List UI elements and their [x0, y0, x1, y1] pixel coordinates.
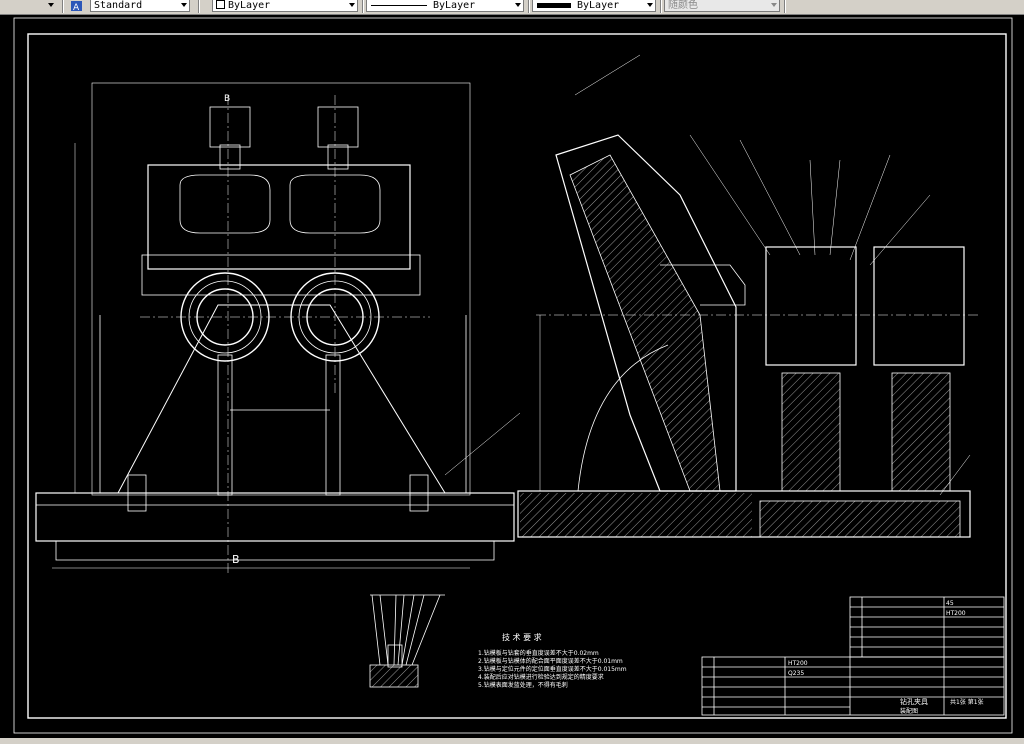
technical-notes-title: 技 术 要 求 [502, 632, 542, 642]
toolbar-separator [528, 0, 530, 13]
drawing-frame [27, 33, 1007, 719]
section-mark-top: B [224, 94, 230, 104]
toolbar-separator [784, 0, 786, 13]
side-section-view [517, 54, 980, 538]
toolbar-separator [660, 0, 662, 13]
technical-note: 3.钻模与定位元件的定位面垂直度误差不大于0.015mm [478, 665, 627, 673]
text-style-value: Standard [94, 0, 143, 11]
text-style-icon[interactable]: A [70, 0, 84, 13]
color-value: ByLayer [228, 0, 271, 11]
linetype-preview-icon [371, 5, 427, 6]
lineweight-preview-icon [537, 3, 571, 8]
chevron-down-icon [515, 3, 521, 7]
toolbar-separator [362, 0, 364, 13]
lineweight-value: ByLayer [577, 0, 620, 11]
parts-list-cell: Q235 [788, 670, 804, 677]
chevron-down-icon [771, 3, 777, 7]
technical-note: 5.钻模表面发蓝处理，不得有毛刺 [478, 681, 568, 689]
title-block-sheet: 共1张 第1张 [950, 698, 984, 706]
linetype-select[interactable]: ByLayer [366, 0, 524, 12]
title-block-name: 钻孔夹具 [900, 697, 928, 706]
detail-view [369, 594, 445, 688]
plot-style-select[interactable]: 随颜色 [664, 0, 780, 12]
plot-style-value: 随颜色 [668, 0, 698, 11]
toolbar-separator [198, 0, 200, 13]
chevron-down-icon [181, 3, 187, 7]
chevron-down-icon [349, 3, 355, 7]
color-select[interactable]: ByLayer [212, 0, 358, 12]
chevron-down-icon [647, 3, 653, 7]
front-view [35, 82, 521, 575]
parts-list-cell: 45 [946, 600, 954, 607]
technical-note: 1.钻模板与钻套的垂直度误差不大于0.02mm [478, 649, 599, 657]
parts-list-cell: HT200 [788, 660, 808, 667]
parts-list-cell: HT200 [946, 610, 966, 617]
title-block-label: 装配图 [900, 707, 918, 715]
text-style-select[interactable]: Standard [90, 0, 190, 12]
technical-note: 2.钻模板与钻模体的配合面平面度误差不大于0.01mm [478, 657, 623, 665]
toolbar-separator [62, 0, 64, 13]
linetype-value: ByLayer [433, 0, 476, 11]
properties-toolbar: A Standard ByLayer ByLayer ByLayer 随颜色 [0, 0, 1024, 15]
chevron-down-icon[interactable] [48, 3, 54, 7]
drawing-canvas[interactable]: B B 技 术 要 求 1.钻模板与钻套的垂直度误差不大于0.02mm 2.钻模… [0, 15, 1024, 738]
color-swatch-icon [216, 0, 225, 9]
lineweight-select[interactable]: ByLayer [532, 0, 656, 12]
status-bar [0, 738, 1024, 744]
section-mark-bottom: B [232, 553, 240, 566]
technical-note: 4.装配后应对钻模进行检验达到规定的精度要求 [478, 673, 604, 681]
svg-text:A: A [73, 3, 80, 12]
